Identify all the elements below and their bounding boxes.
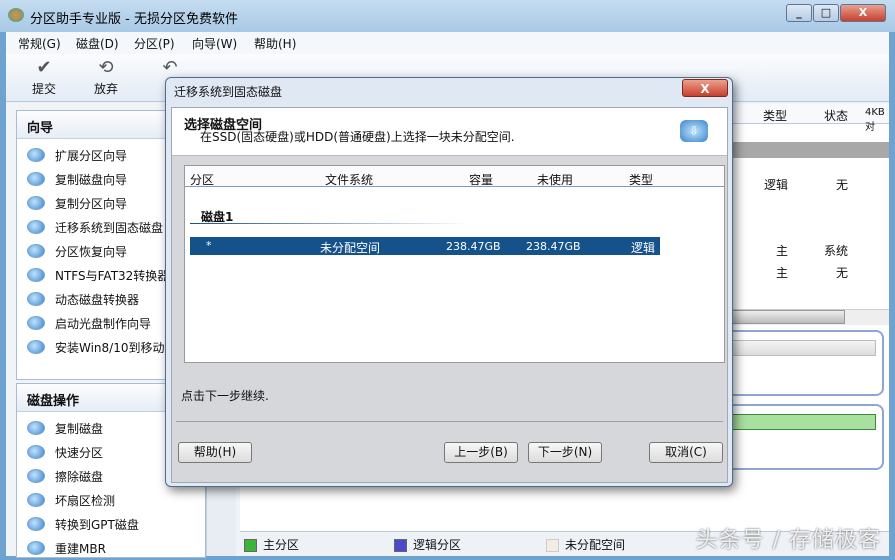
menu-partition[interactable]: 分区(P) xyxy=(134,35,175,52)
legend-logical: 逻辑分区 xyxy=(394,536,461,553)
dialog-header: 选择磁盘空间 在SSD(固态硬盘)或HDD(普通硬盘)上选择一块未分配空间. ⇩ xyxy=(172,108,727,156)
row-status: 无 xyxy=(836,178,849,192)
app-icon xyxy=(8,8,24,22)
col-partition[interactable]: 分区 xyxy=(190,171,214,188)
wizard-icon xyxy=(27,196,45,210)
wizard-icon xyxy=(27,292,45,306)
wizard-icon xyxy=(27,445,45,459)
wizard-icon xyxy=(27,172,45,186)
sidebar-item-label: 迁移系统到固态磁盘 xyxy=(55,220,164,235)
sidebar-item-label: 转换到GPT磁盘 xyxy=(55,517,139,532)
discard-icon: ⟲ xyxy=(98,57,114,78)
wizard-icon xyxy=(27,268,45,282)
sidebar-item[interactable]: 转换到GPT磁盘 xyxy=(17,512,205,536)
row-type: 主 xyxy=(776,244,789,258)
sidebar-item-label: 复制分区向导 xyxy=(55,196,128,211)
legend-unallocated: 未分配空间 xyxy=(546,536,625,553)
sidebar-item-label: 重建MBR xyxy=(55,541,106,556)
sidebar-item-label: NTFS与FAT32转换器 xyxy=(55,268,170,283)
disk-migrate-icon: ⇩ xyxy=(680,120,708,142)
row-type: 逻辑 xyxy=(764,178,789,192)
dialog-subheading: 在SSD(固态硬盘)或HDD(普通硬盘)上选择一块未分配空间. xyxy=(200,130,515,144)
column-4kb[interactable]: 4KB对 xyxy=(865,107,889,133)
menu-help[interactable]: 帮助(H) xyxy=(254,35,296,52)
migrate-os-dialog: 迁移系统到固态磁盘 X 选择磁盘空间 在SSD(固态硬盘)或HDD(普通硬盘)上… xyxy=(165,77,733,487)
menu-disk[interactable]: 磁盘(D) xyxy=(76,35,119,52)
wizard-icon xyxy=(27,541,45,555)
help-button[interactable]: 帮助(H) xyxy=(178,442,252,463)
close-button[interactable]: X xyxy=(840,4,886,22)
menu-wizard[interactable]: 向导(W) xyxy=(192,35,237,52)
dialog-close-button[interactable]: X xyxy=(682,79,728,97)
sidebar-item[interactable]: 坏扇区检测 xyxy=(17,488,205,512)
sidebar-item-label: 启动光盘制作向导 xyxy=(55,316,152,331)
row-type: 主 xyxy=(776,266,789,280)
sidebar-item[interactable]: 重建MBR xyxy=(17,536,205,560)
maximize-button[interactable]: □ xyxy=(813,4,839,22)
wizard-icon xyxy=(27,493,45,507)
col-filesystem[interactable]: 文件系统 xyxy=(325,171,373,188)
title-bar: 分区助手专业版 - 无损分区免费软件 _ □ X xyxy=(0,0,895,32)
dialog-body: 选择磁盘空间 在SSD(固态硬盘)或HDD(普通硬盘)上选择一块未分配空间. ⇩… xyxy=(171,107,728,483)
prev-button[interactable]: 上一步(B) xyxy=(444,442,518,463)
col-capacity[interactable]: 容量 xyxy=(469,171,493,188)
next-button[interactable]: 下一步(N) xyxy=(528,442,602,463)
column-type[interactable]: 类型 xyxy=(763,107,787,124)
undo-icon: ↶ xyxy=(162,57,178,78)
check-icon: ✔ xyxy=(36,57,52,78)
discard-button[interactable]: ⟲ 放弃 xyxy=(86,58,126,97)
wizard-icon xyxy=(27,220,45,234)
wizard-icon xyxy=(27,340,45,354)
column-status[interactable]: 状态 xyxy=(824,107,848,124)
row-status: 无 xyxy=(836,266,849,280)
wizard-icon xyxy=(27,469,45,483)
app-title: 分区助手专业版 - 无损分区免费软件 xyxy=(30,12,238,27)
dialog-status: 点击下一步继续. xyxy=(181,389,269,403)
sidebar-item-label: 复制磁盘 xyxy=(55,421,104,436)
sidebar-item-label: 复制磁盘向导 xyxy=(55,172,128,187)
cancel-button[interactable]: 取消(C) xyxy=(649,442,723,463)
list-row-selected[interactable]: * 未分配空间 238.47GB 238.47GB 逻辑 xyxy=(190,237,660,255)
sidebar-item-label: 动态磁盘转换器 xyxy=(55,292,140,307)
sidebar-item-label: 扩展分区向导 xyxy=(55,148,128,163)
row-status: 系统 xyxy=(824,244,849,258)
sidebar-item-label: 坏扇区检测 xyxy=(55,493,116,508)
watermark: 头条号 / 存储极客 xyxy=(695,528,881,553)
dialog-title: 迁移系统到固态磁盘 xyxy=(174,85,283,99)
submit-button[interactable]: ✔ 提交 xyxy=(24,58,64,97)
minimize-button[interactable]: _ xyxy=(786,4,812,22)
wizard-icon xyxy=(27,517,45,531)
sidebar-item-label: 分区恢复向导 xyxy=(55,244,128,259)
wizard-icon xyxy=(27,421,45,435)
disk-space-list[interactable]: 分区 文件系统 容量 未使用 类型 磁盘1 * 未分配空间 238.47GB 2… xyxy=(184,165,725,363)
sidebar-item-label: 快速分区 xyxy=(55,445,104,460)
wizard-icon xyxy=(27,148,45,162)
legend-primary: 主分区 xyxy=(244,536,299,553)
wizard-icon xyxy=(27,316,45,330)
sidebar-item-label: 安装Win8/10到移动硬 xyxy=(55,340,177,355)
wizard-icon xyxy=(27,244,45,258)
sidebar-item-label: 擦除磁盘 xyxy=(55,469,104,484)
menu-general[interactable]: 常规(G) xyxy=(18,35,61,52)
col-type[interactable]: 类型 xyxy=(629,171,653,188)
col-unused[interactable]: 未使用 xyxy=(537,171,573,188)
